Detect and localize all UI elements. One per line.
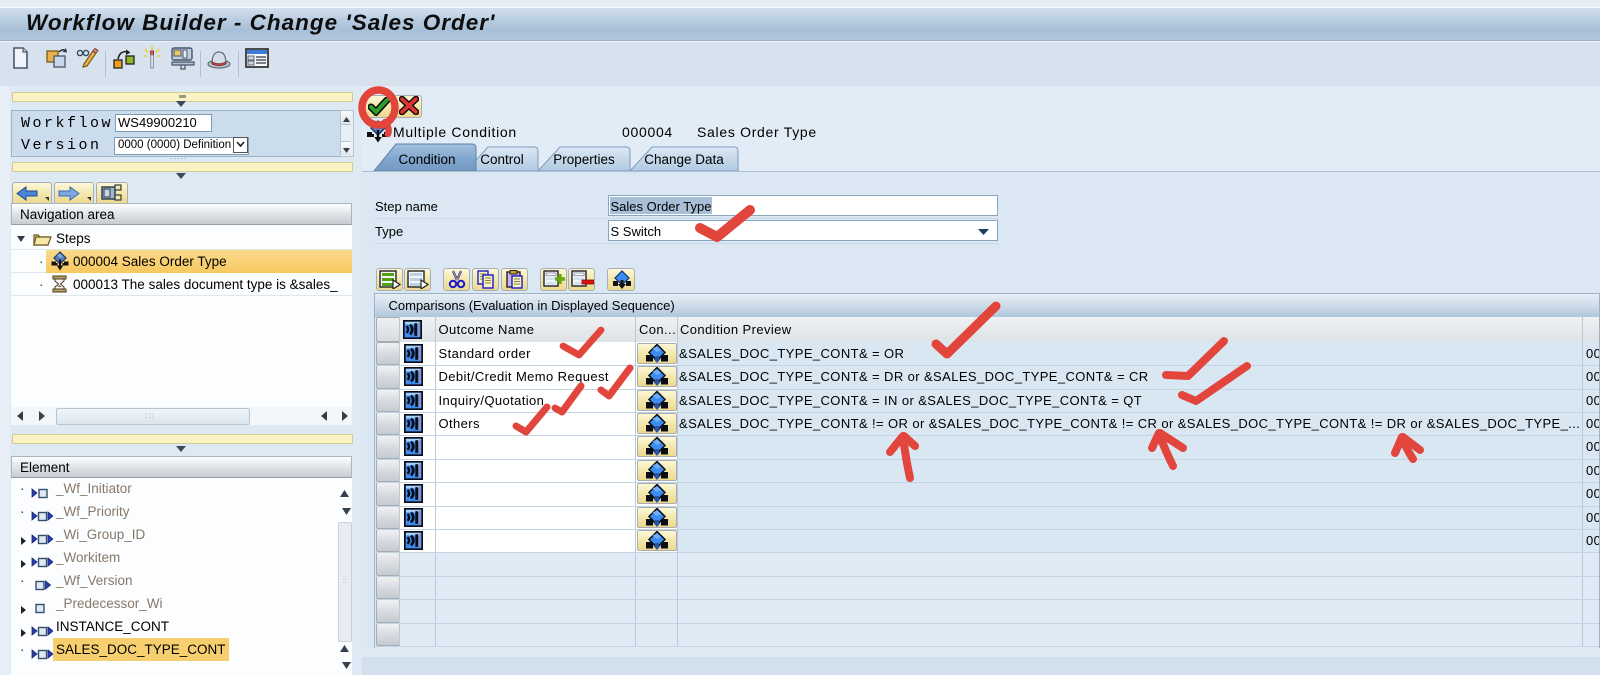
svg-text:Change Data: Change Data [644,152,724,167]
svg-text:Properties: Properties [553,152,615,167]
svg-text:Condition: Condition [398,152,455,167]
svg-text:Control: Control [480,152,524,167]
